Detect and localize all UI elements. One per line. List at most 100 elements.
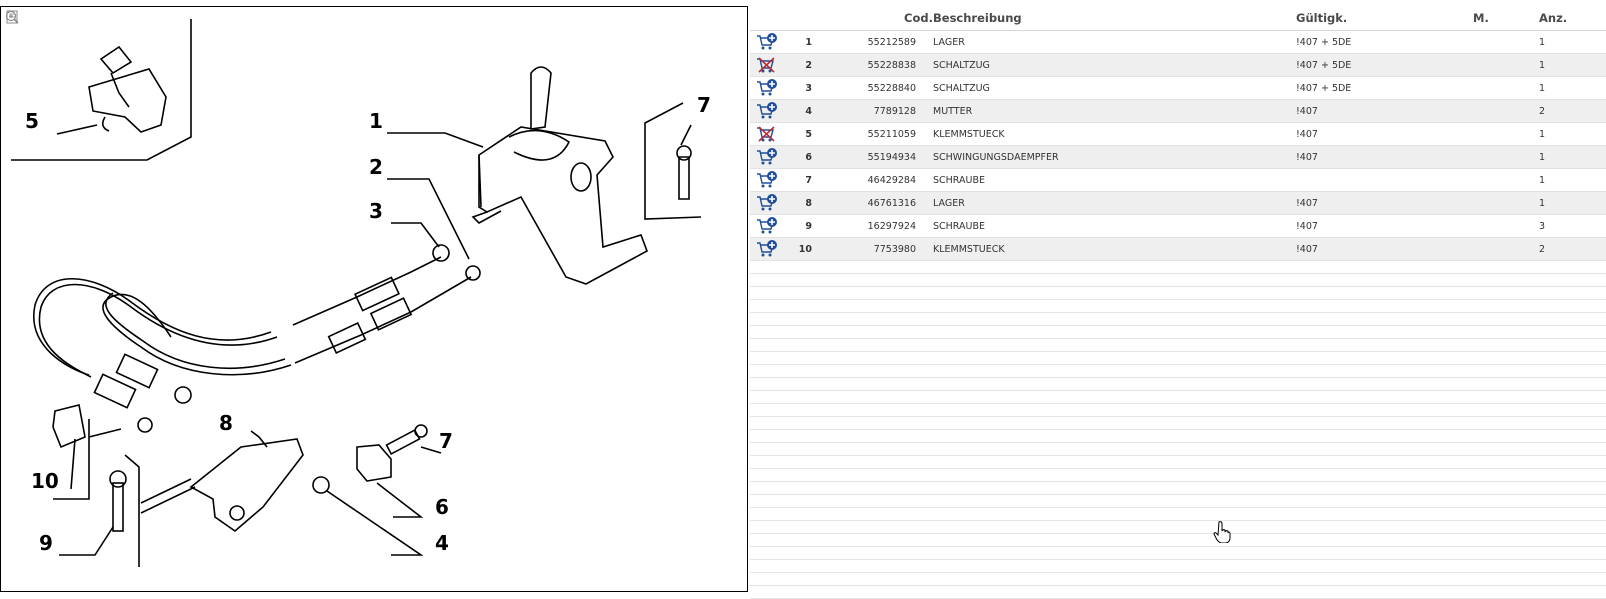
empty-row <box>750 287 1606 300</box>
parts-diagram[interactable]: 5 1 2 3 7 8 7 10 6 9 4 <box>0 6 748 592</box>
empty-row <box>750 560 1606 573</box>
callout-2[interactable]: 2 <box>369 157 383 177</box>
zoom-toolbar <box>5 10 21 55</box>
cart-add-icon[interactable] <box>756 79 778 97</box>
callout-7-bottom[interactable]: 7 <box>439 431 453 451</box>
cell-validity: !407 + 5DE <box>1296 60 1352 71</box>
table-row[interactable]: 2 55228838 SCHALTZUG !407 + 5DE 1 <box>750 54 1606 77</box>
cell-part-code: 55194934 <box>867 152 916 163</box>
cell-position: 8 <box>805 198 812 209</box>
empty-row <box>750 521 1606 534</box>
cell-position: 7 <box>805 175 812 186</box>
header-m[interactable]: M. <box>1473 11 1489 25</box>
empty-row <box>750 534 1606 547</box>
empty-row <box>750 573 1606 586</box>
empty-row <box>750 378 1606 391</box>
cell-part-code: 55228838 <box>867 60 916 71</box>
cart-add-icon[interactable] <box>756 171 778 189</box>
parts-table-body: 1 55212589 LAGER !407 + 5DE 1 2 55228838 SCHALT… <box>750 31 1606 261</box>
cell-quantity: 1 <box>1539 175 1546 186</box>
empty-row <box>750 482 1606 495</box>
table-row[interactable]: 5 55211059 KLEMMSTUECK !407 1 <box>750 123 1606 146</box>
callout-10[interactable]: 10 <box>31 471 59 491</box>
header-quantity[interactable]: Anz. <box>1539 11 1567 25</box>
table-row[interactable]: 10 7753980 KLEMMSTUECK !407 2 <box>750 238 1606 261</box>
empty-row <box>750 547 1606 560</box>
empty-row <box>750 391 1606 404</box>
cart-add-icon[interactable] <box>756 194 778 212</box>
cell-description: SCHWINGUNGSDAEMPFER <box>933 152 1059 163</box>
cart-add-icon[interactable] <box>756 148 778 166</box>
table-row[interactable]: 8 46761316 LAGER !407 1 <box>750 192 1606 215</box>
cell-validity: !407 <box>1296 129 1318 140</box>
callout-3[interactable]: 3 <box>369 201 383 221</box>
cart-add-icon[interactable] <box>756 102 778 120</box>
cart-unavailable-icon[interactable] <box>756 56 778 74</box>
empty-row <box>750 261 1606 274</box>
table-header: Cod. Beschreibung Gültigk. M. Anz. <box>750 0 1606 31</box>
cell-validity: !407 <box>1296 198 1318 209</box>
empty-row <box>750 430 1606 443</box>
empty-row <box>750 456 1606 469</box>
cell-quantity: 1 <box>1539 37 1546 48</box>
cell-part-code: 55211059 <box>867 129 916 140</box>
cell-description: SCHRAUBE <box>933 175 985 186</box>
cell-position: 5 <box>805 129 812 140</box>
cell-quantity: 1 <box>1539 129 1546 140</box>
cell-part-code: 55212589 <box>867 37 916 48</box>
header-description[interactable]: Beschreibung <box>933 11 1022 25</box>
cell-description: SCHRAUBE <box>933 221 985 232</box>
table-row[interactable]: 1 55212589 LAGER !407 + 5DE 1 <box>750 31 1606 54</box>
cell-quantity: 2 <box>1539 106 1546 117</box>
empty-row <box>750 313 1606 326</box>
cell-quantity: 3 <box>1539 221 1546 232</box>
empty-row <box>750 404 1606 417</box>
cell-validity: !407 <box>1296 106 1318 117</box>
empty-row <box>750 365 1606 378</box>
cell-validity: !407 <box>1296 152 1318 163</box>
cell-description: SCHALTZUG <box>933 83 990 94</box>
zoom-in-icon[interactable] <box>5 11 19 39</box>
empty-row <box>750 300 1606 313</box>
callout-9[interactable]: 9 <box>39 533 53 553</box>
cell-validity: !407 + 5DE <box>1296 37 1352 48</box>
cell-quantity: 1 <box>1539 198 1546 209</box>
cell-description: SCHALTZUG <box>933 60 990 71</box>
empty-row <box>750 326 1606 339</box>
cell-quantity: 1 <box>1539 83 1546 94</box>
cell-quantity: 2 <box>1539 244 1546 255</box>
cart-add-icon[interactable] <box>756 217 778 235</box>
cart-unavailable-icon[interactable] <box>756 125 778 143</box>
table-row[interactable]: 7 46429284 SCHRAUBE 1 <box>750 169 1606 192</box>
header-cod[interactable]: Cod. <box>873 11 933 25</box>
cell-part-code: 16297924 <box>867 221 916 232</box>
zoom-out-icon[interactable] <box>5 11 19 54</box>
empty-row <box>750 443 1606 456</box>
table-empty-area <box>750 261 1606 599</box>
parts-list-panel: Cod. Beschreibung Gültigk. M. Anz. 1 5521… <box>750 0 1606 599</box>
table-row[interactable]: 9 16297924 SCHRAUBE !407 3 <box>750 215 1606 238</box>
table-row[interactable]: 4 7789128 MUTTER !407 2 <box>750 100 1606 123</box>
callout-1[interactable]: 1 <box>369 111 383 131</box>
cart-add-icon[interactable] <box>756 33 778 51</box>
table-row[interactable]: 3 55228840 SCHALTZUG !407 + 5DE 1 <box>750 77 1606 100</box>
empty-row <box>750 274 1606 287</box>
cell-description: LAGER <box>933 37 965 48</box>
callout-5[interactable]: 5 <box>25 111 39 131</box>
cell-validity: !407 <box>1296 221 1318 232</box>
cart-add-icon[interactable] <box>756 240 778 258</box>
empty-row <box>750 339 1606 352</box>
cell-position: 9 <box>805 221 812 232</box>
cell-part-code: 46429284 <box>867 175 916 186</box>
callout-7-top[interactable]: 7 <box>697 95 711 115</box>
header-validity[interactable]: Gültigk. <box>1296 11 1347 25</box>
empty-row <box>750 352 1606 365</box>
callout-8[interactable]: 8 <box>219 413 233 433</box>
cell-part-code: 7789128 <box>873 106 916 117</box>
exploded-view-drawing <box>11 19 702 567</box>
cell-description: LAGER <box>933 198 965 209</box>
callout-6[interactable]: 6 <box>435 497 449 517</box>
cell-validity: !407 <box>1296 244 1318 255</box>
table-row[interactable]: 6 55194934 SCHWINGUNGSDAEMPFER !407 1 <box>750 146 1606 169</box>
callout-4[interactable]: 4 <box>435 533 449 553</box>
